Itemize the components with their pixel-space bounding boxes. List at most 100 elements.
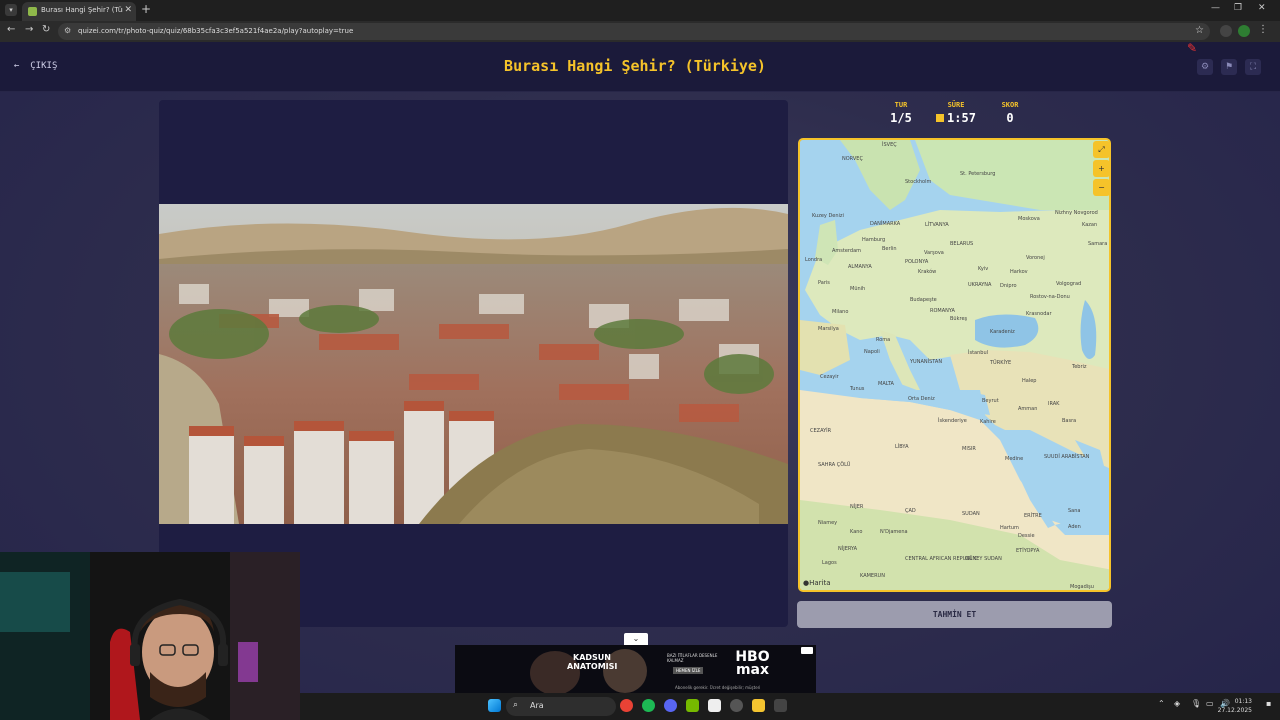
map-label: ERİTRE — [1024, 512, 1042, 519]
map-label: Rostov-na-Donu — [1030, 294, 1070, 300]
map-label: CEZAYİR — [810, 427, 832, 434]
zoom-in-icon[interactable]: + — [1093, 160, 1110, 177]
url-input[interactable]: ⚙ quizei.com/tr/photo-quiz/quiz/68b35cfa… — [58, 23, 1210, 40]
new-tab-icon[interactable]: + — [141, 2, 151, 16]
map-label: Aden — [1068, 524, 1081, 530]
photo-panel — [159, 100, 788, 627]
map-label: NİJERYA — [838, 545, 858, 552]
map-label: Voronej — [1026, 255, 1045, 261]
mic-icon[interactable]: 🎙 — [1191, 699, 1201, 708]
minimize-icon[interactable]: — — [1211, 3, 1220, 13]
browser-tab-bar: ▾ Burası Hangi Şehir? (Türkiye) - ✕ + — … — [0, 0, 1280, 21]
taskbar-search-placeholder: Ara — [530, 701, 544, 710]
restore-icon[interactable]: ❐ — [1234, 3, 1242, 13]
map-label: Kano — [850, 529, 862, 535]
map-label: Halep — [1022, 378, 1036, 384]
start-menu-icon[interactable] — [488, 699, 501, 712]
discord-icon[interactable] — [664, 699, 677, 712]
map-label: Kahire — [980, 419, 996, 425]
close-tab-icon[interactable]: ✕ — [124, 5, 132, 15]
site-info-icon[interactable]: ⚙ — [64, 26, 71, 35]
forward-icon[interactable]: → — [25, 24, 33, 35]
score-value: 0 — [1006, 111, 1014, 125]
guess-button[interactable]: TAHMİN ET — [797, 601, 1112, 628]
map-label: ALMANYA — [848, 264, 872, 270]
map-label: ROMANYA — [930, 308, 956, 314]
tray-chevron-icon[interactable]: ⌃ — [1158, 699, 1165, 708]
map-label: LİBYA — [895, 443, 909, 450]
chrome-icon[interactable] — [620, 699, 633, 712]
notification-icon[interactable]: ▪ — [1266, 699, 1271, 708]
nvidia-icon[interactable] — [686, 699, 699, 712]
map-label: İSVEÇ — [882, 141, 897, 148]
spotify-icon[interactable] — [642, 699, 655, 712]
settings-icon[interactable]: ⚙ — [1197, 59, 1213, 75]
ad-tagline: BAZI İTİLAFLAR DESENLE KALMAZ — [667, 653, 718, 663]
advertisement-banner[interactable]: KADSUN ANATOMISI HBO max BAZI İTİLAFLAR … — [455, 645, 816, 693]
fullscreen-icon[interactable]: ⛶ — [1245, 59, 1261, 75]
browser-menu-icon[interactable]: ⋮ — [1258, 24, 1268, 35]
clock-date: 27.12.2025 — [1217, 707, 1252, 714]
map-label: MALTA — [878, 381, 894, 387]
map-label: KAMERUN — [860, 573, 885, 579]
map-label: Beyrut — [982, 398, 999, 404]
report-flag-icon[interactable]: ⚑ — [1221, 59, 1237, 75]
map-label: Orta Deniz — [908, 396, 935, 402]
map-label: ETİYOPYA — [1016, 547, 1040, 554]
map-label: Varşova — [924, 250, 944, 256]
map-label: Stockholm — [905, 179, 931, 185]
reload-icon[interactable]: ↻ — [42, 24, 50, 35]
profile-avatar[interactable] — [1238, 25, 1250, 37]
map-label: SAHRA ÇÖLÜ — [818, 461, 851, 468]
windows-taskbar: ⌕ Ara ⌃ ◈ 🎙 ▭ 🔊 01:13 27.12.2025 ▪ — [300, 693, 1280, 720]
app-header: ← ÇIKIŞ Burası Hangi Şehir? (Türkiye) ⚙ … — [0, 42, 1280, 92]
recording-pen-icon: ✎ — [1187, 41, 1198, 55]
map-label: YUNANİSTAN — [909, 358, 942, 365]
map-label: Nizhny Novgorod — [1055, 210, 1098, 216]
ad-legal: Abonelik gerekir. Ücret değişebilir; müş… — [675, 685, 761, 690]
expand-map-icon[interactable]: ⤢ — [1093, 141, 1110, 158]
map-label: MISIR — [962, 446, 976, 452]
taskbar-search[interactable]: ⌕ Ara — [506, 697, 616, 716]
extensions-icon[interactable] — [1220, 25, 1232, 37]
taskbar-clock[interactable]: 01:13 27.12.2025 — [1218, 697, 1252, 715]
ad-close-icon[interactable] — [801, 647, 813, 654]
obs-icon[interactable] — [730, 699, 743, 712]
bookmark-star-icon[interactable]: ☆ — [1195, 25, 1204, 36]
tray-app-icon[interactable]: ◈ — [1174, 699, 1180, 708]
close-window-icon[interactable]: ✕ — [1258, 3, 1266, 13]
city-photo[interactable] — [159, 204, 788, 524]
search-icon: ⌕ — [513, 700, 519, 710]
tab-search-icon[interactable]: ▾ — [5, 4, 17, 16]
map-label: Hartum — [1000, 525, 1019, 531]
map-label: Moskova — [1018, 216, 1040, 222]
map-label: Dnipro — [1000, 283, 1017, 289]
map-label: Volgograd — [1056, 281, 1081, 287]
map-label: Sana — [1068, 508, 1080, 514]
map-label: Budapeşte — [910, 297, 937, 303]
map-label: Tunus — [849, 386, 865, 392]
score-label: SKOR — [1001, 101, 1019, 109]
round-label: TUR — [894, 101, 908, 109]
ad-cta[interactable]: HEMEN İZLE — [673, 667, 704, 674]
guess-map[interactable]: NORVEÇ İSVEÇ Stockholm St. Petersburg Ku… — [798, 138, 1111, 592]
file-explorer-icon[interactable] — [752, 699, 765, 712]
network-icon[interactable]: ▭ — [1206, 699, 1214, 708]
map-label: Amsterdam — [832, 248, 861, 254]
zoom-out-icon[interactable]: − — [1093, 179, 1110, 196]
map-label: Kuzey Denizi — [812, 213, 844, 219]
app-icon-2[interactable] — [774, 699, 787, 712]
timer-icon — [936, 114, 945, 122]
map-label: Krasnodar — [1026, 311, 1052, 317]
map-label: Lagos — [822, 560, 837, 566]
map-label: Amman — [1018, 406, 1037, 412]
map-label: LİTVANYA — [925, 221, 949, 228]
map-label: Berlin — [882, 246, 897, 252]
url-text: quizei.com/tr/photo-quiz/quiz/68b35cfa3c… — [78, 27, 354, 35]
map-label: ÇAD — [905, 508, 916, 514]
back-icon[interactable]: ← — [7, 24, 15, 35]
map-label: İskenderiye — [938, 417, 967, 424]
browser-tab[interactable]: Burası Hangi Şehir? (Türkiye) - ✕ — [22, 2, 136, 21]
map-label: Tebriz — [1071, 364, 1087, 370]
app-icon[interactable] — [708, 699, 721, 712]
